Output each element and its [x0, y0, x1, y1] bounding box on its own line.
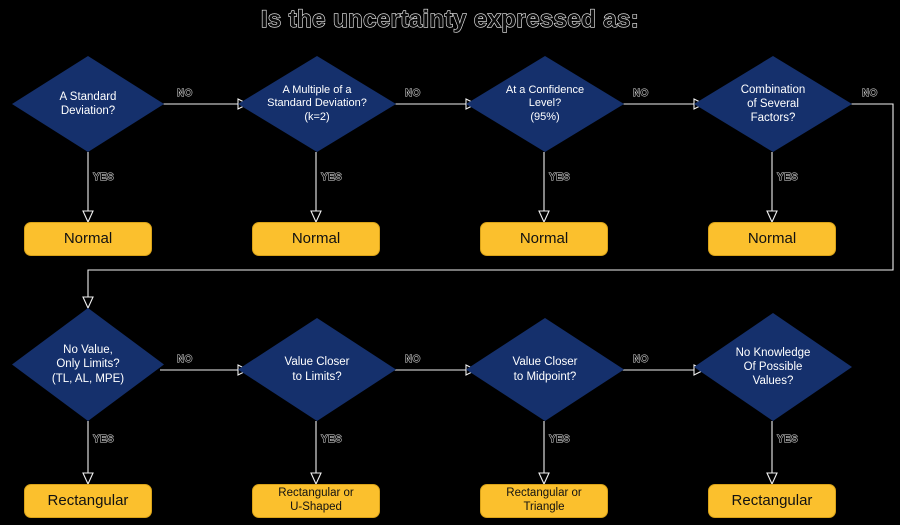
decision-label: Value Closer to Limits? — [284, 356, 350, 383]
result-label: Rectangular or U-Shaped — [278, 487, 354, 513]
result-label: Rectangular — [731, 492, 813, 509]
arrowhead-yes-r2-4 — [766, 472, 778, 486]
edge-label-no-r2-2: NO — [405, 354, 421, 366]
edge-label-yes-r2-2: YES — [321, 434, 343, 446]
edge-label-yes-r1-2: YES — [321, 172, 343, 184]
decision-standard-deviation[interactable]: A Standard Deviation? — [12, 56, 164, 152]
edge-label-no-r1-2: NO — [405, 88, 421, 100]
result-rectangular-or-triangle[interactable]: Rectangular or Triangle — [480, 484, 608, 518]
result-label: Normal — [63, 230, 113, 247]
edge-label-yes-r1-3: YES — [549, 172, 571, 184]
decision-no-knowledge[interactable]: No Knowledge Of Possible Values? — [694, 313, 852, 421]
edge-label-yes-r2-3: YES — [549, 434, 571, 446]
result-normal-2[interactable]: Normal — [252, 222, 380, 256]
decision-label: No Knowledge Of Possible Values? — [735, 346, 811, 387]
result-rectangular-2[interactable]: Rectangular — [708, 484, 836, 518]
decision-label: Combination of Several Factors? — [740, 83, 806, 124]
edge-label-yes-r1-4: YES — [777, 172, 799, 184]
flowchart-canvas: Is the uncertainty expressed as: A Stand… — [0, 0, 900, 525]
edge-label-yes-r1-1: YES — [93, 172, 115, 184]
edge-label-no-r2-3: NO — [633, 354, 649, 366]
result-label: Rectangular — [47, 492, 129, 509]
decision-no-value-only-limits[interactable]: No Value, Only Limits? (TL, AL, MPE) — [12, 308, 164, 421]
result-normal-1[interactable]: Normal — [24, 222, 152, 256]
arrowhead-yes-r2-1 — [82, 472, 94, 486]
result-label: Normal — [519, 230, 569, 247]
result-label: Rectangular or Triangle — [506, 487, 582, 513]
decision-label: At a Confidence Level? (95%) — [505, 83, 585, 123]
arrowhead-yes-r1-4 — [766, 210, 778, 224]
arrowhead-yes-r1-2 — [310, 210, 322, 224]
page-title: Is the uncertainty expressed as: — [260, 5, 640, 33]
arrowhead-yes-r1-3 — [538, 210, 550, 224]
decision-value-closer-limits[interactable]: Value Closer to Limits? — [238, 318, 396, 421]
edge-label-no-r2-1: NO — [177, 354, 193, 366]
decision-label: Value Closer to Midpoint? — [512, 356, 578, 383]
result-label: Normal — [291, 230, 341, 247]
arrowhead-yes-r2-2 — [310, 472, 322, 486]
arrowhead-yes-r1-1 — [82, 210, 94, 224]
decision-multiple-standard-deviation[interactable]: A Multiple of a Standard Deviation? (k=2… — [238, 56, 396, 152]
result-label: Normal — [747, 230, 797, 247]
result-normal-4[interactable]: Normal — [708, 222, 836, 256]
decision-combination-of-factors[interactable]: Combination of Several Factors? — [694, 56, 852, 152]
edge-label-yes-r2-1: YES — [93, 434, 115, 446]
decision-label: A Standard Deviation? — [59, 90, 117, 117]
result-rectangular-or-u-shaped[interactable]: Rectangular or U-Shaped — [252, 484, 380, 518]
arrowhead-wrap-into-r2 — [82, 296, 94, 310]
decision-value-closer-midpoint[interactable]: Value Closer to Midpoint? — [466, 318, 624, 421]
edge-label-no-r1-1: NO — [177, 88, 193, 100]
result-normal-3[interactable]: Normal — [480, 222, 608, 256]
decision-confidence-level[interactable]: At a Confidence Level? (95%) — [466, 56, 624, 152]
arrowhead-yes-r2-3 — [538, 472, 550, 486]
edge-label-yes-r2-4: YES — [777, 434, 799, 446]
decision-label: A Multiple of a Standard Deviation? (k=2… — [267, 83, 367, 123]
decision-label: No Value, Only Limits? (TL, AL, MPE) — [51, 344, 125, 385]
result-rectangular-1[interactable]: Rectangular — [24, 484, 152, 518]
edge-label-no-r1-4: NO — [862, 88, 878, 100]
edge-label-no-r1-3: NO — [633, 88, 649, 100]
